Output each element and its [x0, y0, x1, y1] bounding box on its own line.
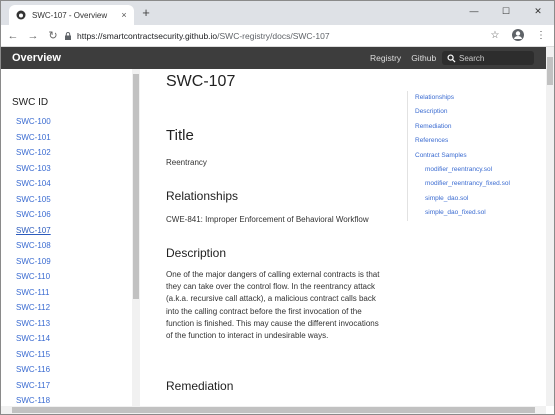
new-tab-button[interactable]: + [139, 6, 153, 20]
back-button[interactable]: ← [5, 28, 21, 44]
title-heading: Title [166, 127, 194, 144]
sidebar-item-swc-117[interactable]: SWC-117 [16, 378, 51, 394]
maximize-button[interactable]: ☐ [490, 1, 522, 21]
github-favicon-icon [16, 10, 26, 20]
toc-sample-link[interactable]: simple_dao.sol [415, 192, 542, 206]
minimize-button[interactable]: — [458, 1, 490, 21]
swc-list: SWC-100 SWC-101 SWC-102 SWC-103 SWC-104 … [16, 114, 51, 406]
sidebar-item-swc-114[interactable]: SWC-114 [16, 331, 51, 347]
sidebar-item-swc-104[interactable]: SWC-104 [16, 176, 51, 192]
toc-references-link[interactable]: References [415, 134, 542, 148]
sidebar-item-swc-116[interactable]: SWC-116 [16, 362, 51, 378]
sidebar-item-swc-113[interactable]: SWC-113 [16, 316, 51, 332]
browser-window: SWC-107 - Overview × + — ☐ ✕ ← → ↻ https… [0, 0, 555, 415]
header-nav: Registry Github [370, 53, 436, 63]
close-window-button[interactable]: ✕ [522, 1, 554, 21]
sidebar-item-swc-118[interactable]: SWC-118 [16, 393, 51, 406]
page-title: SWC-107 [166, 73, 236, 90]
sidebar-item-swc-102[interactable]: SWC-102 [16, 145, 51, 161]
url-field[interactable]: https://smartcontractsecurity.github.io/… [63, 27, 483, 44]
search-box[interactable] [442, 51, 534, 65]
tab-strip: SWC-107 - Overview × + — ☐ ✕ [1, 1, 554, 25]
sidebar-item-swc-111[interactable]: SWC-111 [16, 285, 51, 301]
horizontal-scroll-thumb[interactable] [12, 407, 535, 413]
nav-github-link[interactable]: Github [411, 53, 436, 63]
title-text: Reentrancy [166, 158, 207, 167]
profile-avatar-icon[interactable] [511, 28, 525, 42]
description-text: One of the major dangers of calling exte… [166, 270, 380, 341]
tab-close-icon[interactable]: × [118, 10, 130, 20]
sidebar-item-swc-112[interactable]: SWC-112 [16, 300, 51, 316]
sidebar-item-swc-115[interactable]: SWC-115 [16, 347, 51, 363]
search-icon [447, 53, 456, 63]
horizontal-scrollbar[interactable] [1, 406, 546, 414]
relationships-text: CWE-841: Improper Enforcement of Behavio… [166, 215, 369, 224]
description-heading: Description [166, 246, 227, 260]
url-text: https://smartcontractsecurity.github.io/… [77, 31, 330, 41]
sidebar-item-swc-103[interactable]: SWC-103 [16, 161, 51, 177]
page-scroll-thumb[interactable] [547, 57, 553, 85]
toc-sample-link[interactable]: simple_dao_fixed.sol [415, 206, 542, 220]
search-input[interactable] [459, 53, 529, 63]
window-controls: — ☐ ✕ [458, 1, 554, 25]
sidebar-item-swc-105[interactable]: SWC-105 [16, 192, 51, 208]
site-brand[interactable]: Overview [12, 52, 61, 64]
sidebar: SWC ID SWC-100 SWC-101 SWC-102 SWC-103 S… [1, 69, 140, 406]
relationships-heading: Relationships [166, 189, 239, 203]
toc-remediation-link[interactable]: Remediation [415, 120, 542, 134]
lock-icon [65, 31, 71, 40]
table-of-contents: Relationships Description Remediation Re… [407, 91, 542, 221]
remediation-heading: Remediation [166, 379, 234, 393]
toc-description-link[interactable]: Description [415, 105, 542, 119]
sidebar-scrollbar[interactable] [132, 69, 140, 406]
nav-registry-link[interactable]: Registry [370, 53, 401, 63]
browser-menu-icon[interactable]: ⋮ [534, 28, 548, 42]
sidebar-item-swc-107[interactable]: SWC-107 [16, 223, 51, 239]
url-host: https://smartcontractsecurity.github.io [77, 30, 218, 41]
sidebar-item-swc-101[interactable]: SWC-101 [16, 130, 51, 146]
url-path: /SWC-registry/docs/SWC-107 [217, 30, 330, 41]
toc-sample-link[interactable]: modifier_reentrancy.sol [415, 163, 542, 177]
page-vertical-scrollbar[interactable] [546, 47, 554, 406]
site-header: Overview Registry Github [1, 47, 546, 69]
sidebar-item-swc-110[interactable]: SWC-110 [16, 269, 51, 285]
sidebar-item-swc-109[interactable]: SWC-109 [16, 254, 51, 270]
sidebar-item-swc-106[interactable]: SWC-106 [16, 207, 51, 223]
address-bar: ← → ↻ https://smartcontractsecurity.gith… [1, 25, 554, 47]
toc-sample-link[interactable]: modifier_reentrancy_fixed.sol [415, 177, 542, 191]
reload-button[interactable]: ↻ [45, 28, 61, 44]
sidebar-item-swc-100[interactable]: SWC-100 [16, 114, 51, 130]
forward-button[interactable]: → [25, 28, 41, 44]
bookmark-star-icon[interactable]: ☆ [488, 28, 502, 42]
toc-contract-samples-link[interactable]: Contract Samples [415, 149, 542, 163]
sidebar-item-swc-108[interactable]: SWC-108 [16, 238, 51, 254]
toc-relationships-link[interactable]: Relationships [415, 91, 542, 105]
sidebar-scroll-thumb[interactable] [133, 74, 139, 299]
main-content: SWC-107 Title Reentrancy Relationships C… [141, 69, 401, 406]
sidebar-title: SWC ID [12, 97, 49, 108]
browser-tab[interactable]: SWC-107 - Overview × [9, 5, 134, 25]
tab-title: SWC-107 - Overview [32, 10, 108, 20]
